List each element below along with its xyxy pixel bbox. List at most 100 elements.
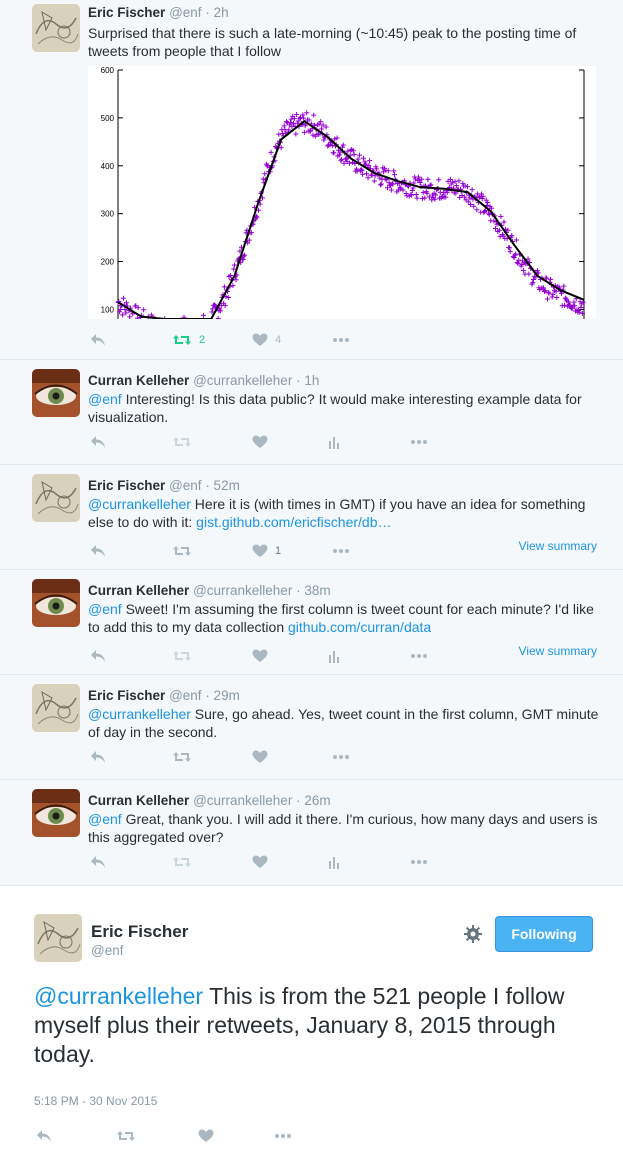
- data-point: [425, 176, 431, 182]
- like-button[interactable]: 1: [252, 541, 281, 561]
- gist-link[interactable]: gist.github.com/ericfischer/db…: [196, 514, 391, 530]
- data-point: [385, 168, 391, 174]
- author-handle[interactable]: @enf: [91, 943, 123, 958]
- reply-icon[interactable]: [90, 747, 106, 767]
- like-count: 4: [275, 334, 282, 346]
- analytics-icon[interactable]: [328, 852, 342, 872]
- mention-link[interactable]: @currankelleher: [88, 496, 191, 512]
- data-point: [465, 184, 470, 190]
- like-button[interactable]: 4: [252, 330, 281, 350]
- tweet[interactable]: Curran Kelleher @currankelleher · 38m @e…: [0, 570, 623, 675]
- data-point: [469, 187, 475, 193]
- retweet-icon[interactable]: [172, 747, 192, 767]
- heart-icon[interactable]: [252, 852, 268, 872]
- mention-link[interactable]: @enf: [88, 601, 122, 617]
- author-handle[interactable]: @currankelleher: [193, 793, 292, 808]
- data-point: [348, 147, 354, 153]
- more-icon[interactable]: [332, 330, 350, 350]
- tweet-time[interactable]: · 38m: [296, 583, 331, 598]
- more-icon[interactable]: [332, 747, 350, 767]
- author-name[interactable]: Eric Fischer: [88, 5, 165, 20]
- reply-icon[interactable]: [90, 432, 106, 452]
- author-name[interactable]: Eric Fischer: [88, 688, 165, 703]
- avatar[interactable]: [32, 579, 80, 627]
- author-name[interactable]: Eric Fischer: [91, 922, 188, 942]
- reply-icon[interactable]: [90, 646, 106, 666]
- tweet[interactable]: Eric Fischer @enf · 2h Surprised that th…: [0, 0, 623, 360]
- retweet-icon: [172, 852, 192, 872]
- tweet-text: @enf Sweet! I'm assuming the first colum…: [88, 600, 608, 636]
- author-handle[interactable]: @currankelleher: [193, 583, 292, 598]
- author-handle[interactable]: @enf: [169, 478, 201, 493]
- tweet-header: Curran Kelleher @currankelleher · 1h: [88, 360, 623, 390]
- more-icon[interactable]: [332, 541, 350, 561]
- tweet-timestamp[interactable]: 5:18 PM - 30 Nov 2015: [34, 1094, 157, 1108]
- analytics-icon[interactable]: [328, 432, 342, 452]
- data-point: [498, 214, 504, 220]
- data-point: [378, 182, 384, 188]
- retweet-icon[interactable]: [116, 1126, 136, 1146]
- author-name[interactable]: Curran Kelleher: [88, 793, 189, 808]
- tweet[interactable]: Curran Kelleher @currankelleher · 26m @e…: [0, 780, 623, 886]
- more-icon[interactable]: [410, 646, 428, 666]
- data-point: [409, 192, 415, 198]
- tweet-time[interactable]: · 29m: [205, 688, 240, 703]
- more-icon[interactable]: [410, 432, 428, 452]
- avatar[interactable]: [32, 684, 80, 732]
- more-icon[interactable]: [274, 1126, 292, 1146]
- author-handle[interactable]: @enf: [169, 5, 201, 20]
- heart-icon[interactable]: [252, 646, 268, 666]
- data-point: [268, 149, 274, 155]
- analytics-icon[interactable]: [328, 646, 342, 666]
- gear-icon[interactable]: [463, 924, 483, 944]
- mention-link[interactable]: @currankelleher: [34, 983, 203, 1009]
- data-point: [310, 132, 316, 138]
- heart-icon[interactable]: [198, 1126, 214, 1146]
- data-point: [293, 131, 299, 137]
- mention-link[interactable]: @currankelleher: [88, 706, 191, 722]
- author-handle[interactable]: @currankelleher: [193, 373, 292, 388]
- reply-icon[interactable]: [90, 852, 106, 872]
- avatar[interactable]: [32, 4, 80, 52]
- data-point: [501, 219, 507, 225]
- author-name[interactable]: Curran Kelleher: [88, 373, 189, 388]
- author-name[interactable]: Eric Fischer: [88, 478, 165, 493]
- more-icon[interactable]: [410, 852, 428, 872]
- data-point: [436, 177, 442, 183]
- tweet-header: Eric Fischer @enf · 52m: [88, 465, 623, 495]
- github-link[interactable]: github.com/curran/data: [288, 619, 431, 635]
- tweet-time[interactable]: · 1h: [296, 373, 319, 388]
- data-point: [351, 151, 357, 157]
- tweet-time[interactable]: · 52m: [205, 478, 240, 493]
- tweet-header: Eric Fischer @enf · 2h: [88, 0, 623, 22]
- heart-icon[interactable]: [252, 432, 268, 452]
- tweet-chart[interactable]: 100 200 300 400 500 600: [88, 66, 596, 322]
- conversation-thread: Eric Fischer @enf · 2h Surprised that th…: [0, 0, 623, 886]
- tweet[interactable]: Eric Fischer @enf · 52m @currankelleher …: [0, 465, 623, 570]
- tweet-time[interactable]: · 2h: [205, 5, 228, 20]
- data-point: [562, 302, 568, 308]
- data-point: [298, 115, 304, 121]
- reply-icon[interactable]: [90, 541, 106, 561]
- heart-icon[interactable]: [252, 747, 268, 767]
- reply-icon[interactable]: [36, 1126, 52, 1146]
- author-name[interactable]: Curran Kelleher: [88, 583, 189, 598]
- avatar[interactable]: [32, 789, 80, 837]
- tweet-time[interactable]: · 26m: [296, 793, 331, 808]
- following-button[interactable]: Following: [495, 916, 593, 952]
- tweet[interactable]: Eric Fischer @enf · 29m @currankelleher …: [0, 675, 623, 780]
- mention-link[interactable]: @enf: [88, 391, 122, 407]
- data-point: [325, 143, 331, 149]
- avatar[interactable]: [32, 369, 80, 417]
- author-handle[interactable]: @enf: [169, 688, 201, 703]
- avatar[interactable]: [32, 474, 80, 522]
- retweet-icon[interactable]: [172, 541, 192, 561]
- retweet-button[interactable]: 2: [172, 330, 205, 350]
- tweet-actions: [88, 432, 608, 452]
- avatar[interactable]: [34, 914, 82, 962]
- mention-link[interactable]: @enf: [88, 811, 122, 827]
- tweet[interactable]: Curran Kelleher @currankelleher · 1h @en…: [0, 360, 623, 465]
- tweet-body: Interesting! Is this data public? It wou…: [88, 391, 582, 425]
- data-point: [420, 189, 426, 195]
- reply-icon[interactable]: [90, 330, 106, 350]
